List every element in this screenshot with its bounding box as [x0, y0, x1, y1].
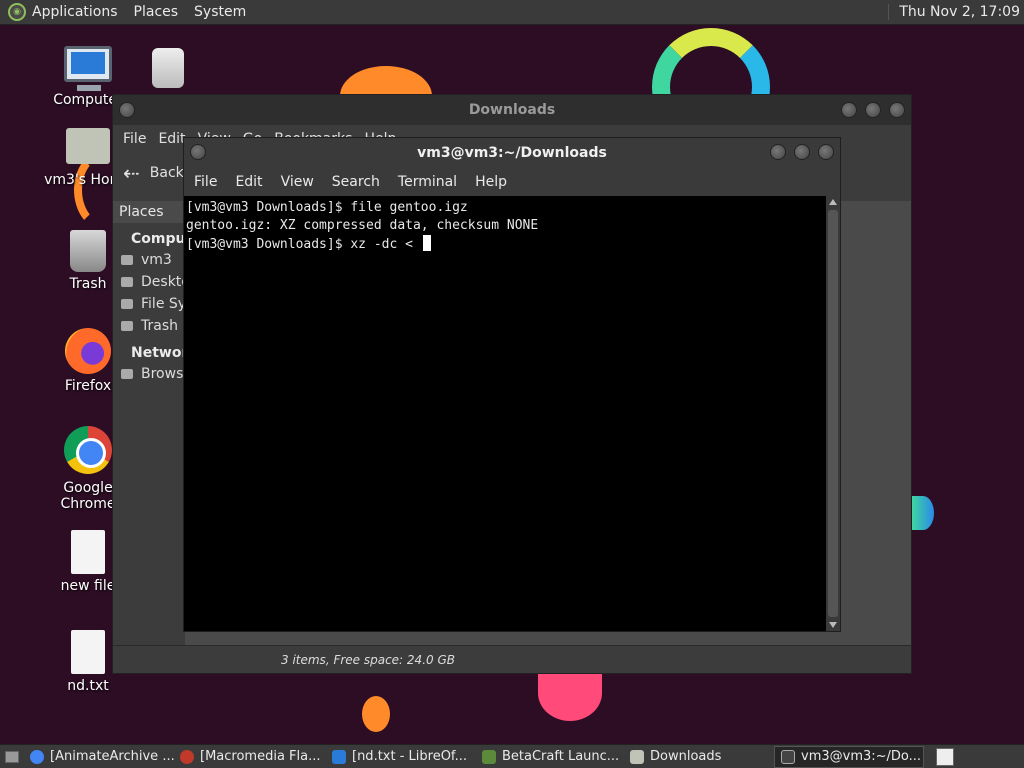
sidebar-item-browse-network[interactable]: Browse Network — [113, 363, 185, 385]
taskbar-item[interactable]: Downloads — [624, 746, 774, 768]
taskbar-item-active[interactable]: vm3@vm3:~/Do... — [774, 745, 924, 768]
taskbar-item[interactable]: [AnimateArchive ... — [24, 746, 174, 768]
home-folder-icon — [66, 128, 110, 164]
distro-logo-icon[interactable]: ◉ — [8, 3, 26, 21]
applications-menu[interactable]: Applications — [32, 4, 118, 20]
close-button[interactable] — [818, 144, 834, 160]
terminal-window[interactable]: vm3@vm3:~/Downloads File Edit View Searc… — [183, 137, 841, 632]
chrome-icon — [64, 426, 112, 474]
taskbar-item[interactable]: [nd.txt - LibreOf... — [326, 746, 476, 768]
window-title: vm3@vm3:~/Downloads — [417, 145, 607, 161]
menu-edit[interactable]: Edit — [158, 131, 185, 147]
taskbar: [AnimateArchive ... [Macromedia Fla... [… — [0, 744, 1024, 768]
places-sidebar: Places Computer vm3 Desktop File System … — [113, 201, 209, 645]
show-desktop-button[interactable] — [0, 745, 24, 768]
desktop-icon-label: nd.txt — [67, 678, 109, 694]
terminal-line: [vm3@vm3 Downloads]$ xz -dc < — [186, 237, 421, 252]
computer-icon — [64, 46, 112, 91]
show-desktop-icon — [5, 750, 19, 763]
taskbar-item[interactable]: BetaCraft Launc... — [476, 746, 624, 768]
file-icon — [71, 530, 105, 574]
taskbar-item-label: [Macromedia Fla... — [200, 749, 321, 764]
firefox-icon — [65, 328, 111, 374]
text-cursor — [422, 235, 431, 251]
menu-search[interactable]: Search — [332, 174, 380, 190]
back-button[interactable]: Back — [150, 165, 184, 181]
wallpaper-shape — [362, 696, 390, 732]
sidebar-group-computer: Computer — [131, 231, 209, 247]
file-icon — [71, 630, 105, 674]
scroll-down-icon[interactable] — [829, 622, 837, 628]
places-header[interactable]: Places — [113, 201, 185, 223]
taskbar-item-label: BetaCraft Launc... — [502, 749, 620, 764]
sidebar-item-desktop[interactable]: Desktop — [113, 271, 185, 293]
window-menu-button[interactable] — [190, 144, 206, 160]
back-arrow-icon: ⇠ — [123, 161, 140, 185]
minimize-button[interactable] — [841, 102, 857, 118]
terminal-output[interactable]: [vm3@vm3 Downloads]$ file gentoo.igz gen… — [184, 196, 826, 631]
document-icon — [332, 749, 346, 764]
folder-icon — [630, 749, 644, 764]
system-menu[interactable]: System — [194, 4, 246, 20]
places-menu[interactable]: Places — [134, 4, 179, 20]
status-bar: 3 items, Free space: 24.0 GB — [113, 645, 911, 673]
wallpaper-shape — [912, 496, 934, 530]
terminal-line: [vm3@vm3 Downloads]$ file gentoo.igz — [186, 200, 468, 215]
maximize-button[interactable] — [794, 144, 810, 160]
terminal-icon — [781, 749, 795, 764]
sidebar-item-home[interactable]: vm3 — [113, 249, 185, 271]
taskbar-item-label: [AnimateArchive ... — [50, 749, 174, 764]
trash-icon — [70, 230, 106, 272]
taskbar-item-label: vm3@vm3:~/Do... — [801, 749, 922, 764]
terminal-scrollbar[interactable] — [826, 196, 840, 631]
betacraft-icon — [482, 749, 496, 764]
menu-terminal[interactable]: Terminal — [398, 174, 457, 190]
flash-icon — [180, 749, 194, 764]
window-title: Downloads — [468, 102, 556, 118]
terminal-prompt-line[interactable]: [vm3@vm3 Downloads]$ xz -dc < — [186, 235, 824, 254]
menu-file[interactable]: File — [123, 131, 146, 147]
sidebar-group-network: Network — [131, 345, 198, 361]
top-panel: ◉ Applications Places System Thu Nov 2, … — [0, 0, 1024, 25]
workspace-switcher[interactable] — [936, 747, 954, 766]
menu-help[interactable]: Help — [475, 174, 507, 190]
chrome-icon — [30, 749, 44, 764]
terminal-menubar: File Edit View Search Terminal Help — [184, 168, 840, 196]
sidebar-item-filesystem[interactable]: File System — [113, 293, 185, 315]
jar-icon — [152, 48, 184, 88]
sidebar-item-trash[interactable]: Trash — [113, 315, 185, 337]
clock[interactable]: Thu Nov 2, 17:09 — [888, 4, 1020, 20]
window-menu-button[interactable] — [119, 102, 135, 118]
menu-view[interactable]: View — [281, 174, 314, 190]
scroll-up-icon[interactable] — [829, 199, 837, 205]
scrollbar-thumb[interactable] — [828, 210, 838, 617]
taskbar-item[interactable]: [Macromedia Fla... — [174, 746, 326, 768]
desktop-icon-jar[interactable] — [118, 48, 218, 92]
minimize-button[interactable] — [770, 144, 786, 160]
taskbar-item-label: [nd.txt - LibreOf... — [352, 749, 467, 764]
terminal-line: gentoo.igz: XZ compressed data, checksum… — [186, 218, 539, 233]
maximize-button[interactable] — [865, 102, 881, 118]
menu-file[interactable]: File — [194, 174, 217, 190]
file-manager-titlebar[interactable]: Downloads — [113, 95, 911, 125]
close-button[interactable] — [889, 102, 905, 118]
menu-edit[interactable]: Edit — [235, 174, 262, 190]
taskbar-item-label: Downloads — [650, 749, 722, 764]
terminal-titlebar[interactable]: vm3@vm3:~/Downloads — [184, 138, 840, 168]
